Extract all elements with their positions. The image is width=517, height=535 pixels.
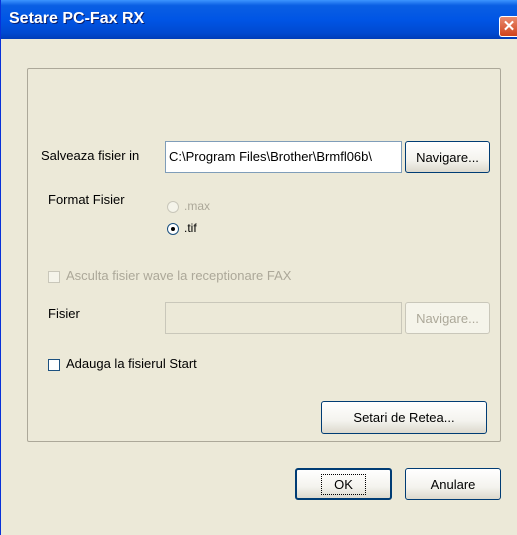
close-icon: ✕ bbox=[502, 18, 516, 35]
network-settings-button[interactable]: Setari de Retea... bbox=[321, 401, 487, 434]
format-max-radio bbox=[167, 201, 179, 213]
wave-file-browse-button: Navigare... bbox=[405, 302, 490, 334]
save-location-browse-button[interactable]: Navigare... bbox=[405, 141, 490, 173]
wave-file-field bbox=[165, 302, 402, 334]
format-tif-label: .tif bbox=[184, 221, 197, 235]
save-location-label: Salveaza fisier in bbox=[41, 148, 140, 163]
close-button[interactable]: ✕ bbox=[499, 16, 517, 37]
title-bar[interactable]: Setare PC-Fax RX ✕ bbox=[1, 0, 517, 39]
format-max-label: .max bbox=[184, 199, 211, 213]
wave-checkbox bbox=[48, 271, 60, 283]
cancel-button[interactable]: Anulare bbox=[405, 468, 501, 500]
radio-selected-dot bbox=[171, 227, 175, 231]
pc-fax-rx-settings-dialog: Setare PC-Fax RX ✕ Salveaza fisier in C:… bbox=[0, 0, 517, 535]
wave-label: Asculta fisier wave la receptionare FAX bbox=[66, 268, 292, 283]
file-format-label: Format Fisier bbox=[48, 192, 125, 207]
format-tif-radio[interactable] bbox=[167, 223, 179, 235]
dialog-title: Setare PC-Fax RX bbox=[9, 10, 145, 27]
ok-button-label: OK bbox=[321, 473, 366, 495]
ok-button[interactable]: OK bbox=[295, 468, 392, 500]
settings-group-box bbox=[27, 68, 501, 442]
save-location-field[interactable]: C:\Program Files\Brother\Brmfl06b\ bbox=[165, 141, 402, 173]
startup-label: Adauga la fisierul Start bbox=[66, 356, 197, 371]
startup-checkbox[interactable] bbox=[48, 359, 60, 371]
wave-file-label: Fisier bbox=[48, 306, 80, 321]
